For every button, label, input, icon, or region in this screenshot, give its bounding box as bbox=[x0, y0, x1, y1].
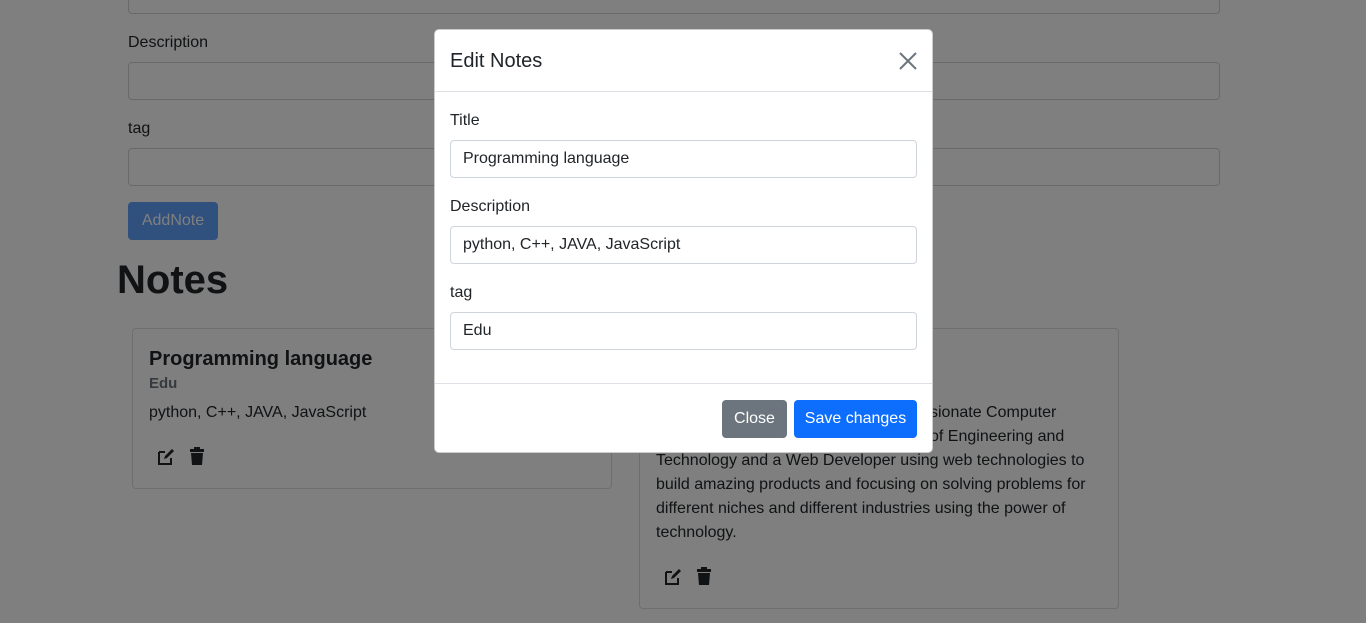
modal-title-input[interactable]: Programming language bbox=[450, 140, 917, 178]
close-icon[interactable] bbox=[899, 52, 917, 70]
modal-header: Edit Notes bbox=[435, 30, 932, 92]
modal-tag-input[interactable]: Edu bbox=[450, 312, 917, 350]
modal-footer: Close Save changes bbox=[435, 383, 932, 453]
modal-tag-label: tag bbox=[450, 284, 473, 301]
edit-notes-modal: Edit Notes Title Programming language De… bbox=[434, 29, 933, 453]
close-button[interactable]: Close bbox=[722, 400, 787, 438]
modal-description-input[interactable]: python, C++, JAVA, JavaScript bbox=[450, 226, 917, 264]
modal-description-label: Description bbox=[450, 198, 531, 215]
modal-title: Edit Notes bbox=[450, 50, 543, 72]
modal-title-label: Title bbox=[450, 112, 480, 129]
save-changes-button[interactable]: Save changes bbox=[794, 400, 917, 438]
